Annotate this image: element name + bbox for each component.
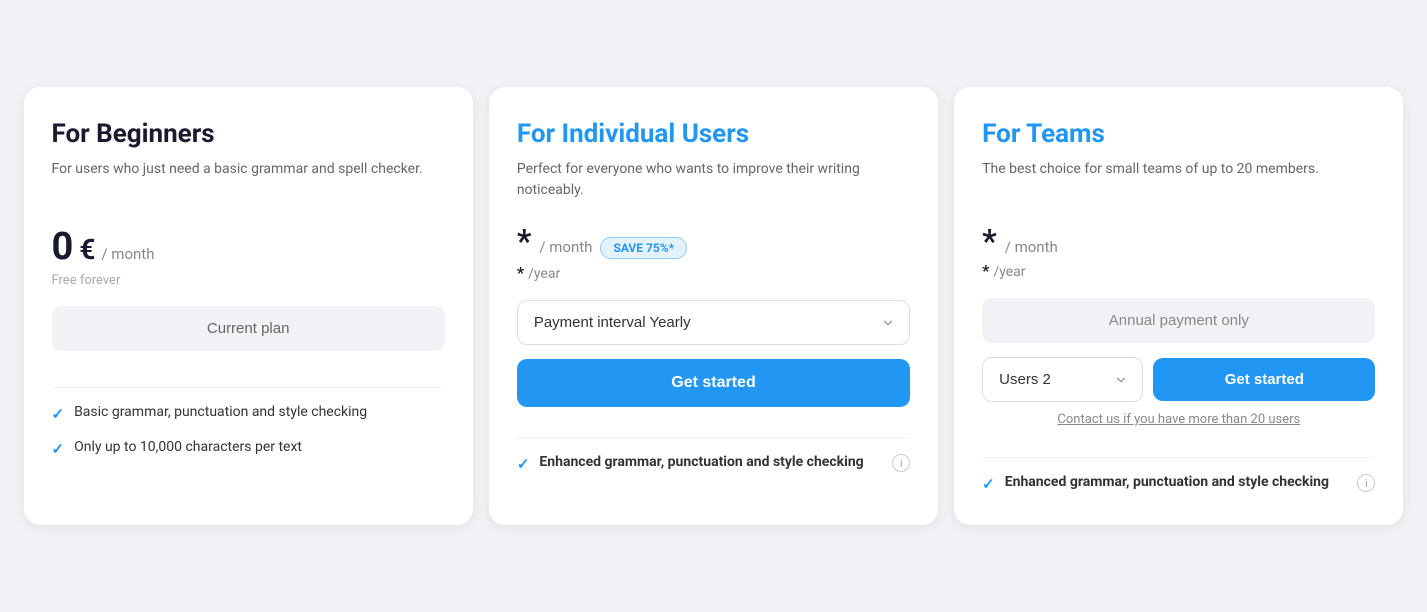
price-main-beginners: 0 € / month xyxy=(52,225,445,269)
price-row-teams: * / month xyxy=(982,225,1375,257)
card-title-individual: For Individual Users xyxy=(517,119,910,149)
feature-text-1-beginners: Basic grammar, punctuation and style che… xyxy=(74,404,367,420)
contact-link-teams[interactable]: Contact us if you have more than 20 user… xyxy=(982,412,1375,427)
feature-text-1-teams: Enhanced grammar, punctuation and style … xyxy=(1005,474,1329,490)
price-block-beginners: 0 € / month Free forever xyxy=(52,225,445,288)
price-asterisk-teams: * xyxy=(982,225,997,257)
price-year-asterisk-individual: * xyxy=(517,263,524,282)
price-period-individual: / month xyxy=(539,238,592,256)
price-currency-beginners: € xyxy=(79,233,95,266)
annual-payment-button: Annual payment only xyxy=(982,298,1375,343)
price-block-teams: * / month * /year xyxy=(982,225,1375,280)
feature-item-1-individual: ✓ Enhanced grammar, punctuation and styl… xyxy=(517,454,910,473)
free-label-beginners: Free forever xyxy=(52,273,445,288)
divider-beginners xyxy=(52,387,445,388)
card-beginners: For Beginners For users who just need a … xyxy=(24,87,473,525)
card-subtitle-individual: Perfect for everyone who wants to improv… xyxy=(517,159,910,207)
card-title-beginners: For Beginners xyxy=(52,119,445,149)
feature-list-teams: ✓ Enhanced grammar, punctuation and styl… xyxy=(982,474,1375,493)
divider-teams xyxy=(982,457,1375,458)
price-period-teams: / month xyxy=(1005,238,1058,256)
checkmark-icon: ✓ xyxy=(52,405,65,423)
checkmark-icon: ✓ xyxy=(982,475,995,493)
divider-individual xyxy=(517,437,910,438)
users-select[interactable]: Users 1 Users 2 Users 3 Users 4 Users 5 … xyxy=(982,357,1143,402)
checkmark-icon: ✓ xyxy=(517,455,530,473)
card-teams: For Teams The best choice for small team… xyxy=(954,87,1403,525)
save-badge-individual: SAVE 75%* xyxy=(600,237,687,259)
card-subtitle-beginners: For users who just need a basic grammar … xyxy=(52,159,445,207)
price-year-row-individual: * /year xyxy=(517,263,910,282)
get-started-button-teams[interactable]: Get started xyxy=(1153,358,1375,401)
feature-list-beginners: ✓ Basic grammar, punctuation and style c… xyxy=(52,404,445,458)
feature-list-individual: ✓ Enhanced grammar, punctuation and styl… xyxy=(517,454,910,473)
feature-text-1-individual: Enhanced grammar, punctuation and style … xyxy=(539,454,863,470)
card-subtitle-teams: The best choice for small teams of up to… xyxy=(982,159,1375,207)
price-year-row-teams: * /year xyxy=(982,261,1375,280)
feature-item-1-beginners: ✓ Basic grammar, punctuation and style c… xyxy=(52,404,445,423)
price-value-beginners: 0 xyxy=(52,225,74,269)
payment-interval-select[interactable]: Payment interval Yearly Payment interval… xyxy=(517,300,910,345)
price-year-label-teams: /year xyxy=(993,264,1025,280)
price-row-individual: * / month SAVE 75%* xyxy=(517,225,910,259)
checkmark-icon: ✓ xyxy=(52,440,65,458)
price-year-label-individual: /year xyxy=(528,266,560,282)
users-row: Users 1 Users 2 Users 3 Users 4 Users 5 … xyxy=(982,357,1375,402)
price-period-beginners: / month xyxy=(101,245,154,263)
price-asterisk-individual: * xyxy=(517,225,532,257)
pricing-cards-container: For Beginners For users who just need a … xyxy=(24,87,1404,525)
card-title-teams: For Teams xyxy=(982,119,1375,149)
feature-item-2-beginners: ✓ Only up to 10,000 characters per text xyxy=(52,439,445,458)
info-icon-teams[interactable]: i xyxy=(1357,474,1375,492)
price-year-asterisk-teams: * xyxy=(982,261,989,280)
current-plan-button: Current plan xyxy=(52,306,445,351)
feature-item-1-teams: ✓ Enhanced grammar, punctuation and styl… xyxy=(982,474,1375,493)
get-started-button-individual[interactable]: Get started xyxy=(517,359,910,407)
price-block-individual: * / month SAVE 75%* * /year xyxy=(517,225,910,282)
info-icon-individual[interactable]: i xyxy=(892,454,910,472)
card-individual: For Individual Users Perfect for everyon… xyxy=(489,87,938,525)
feature-text-2-beginners: Only up to 10,000 characters per text xyxy=(74,439,302,455)
